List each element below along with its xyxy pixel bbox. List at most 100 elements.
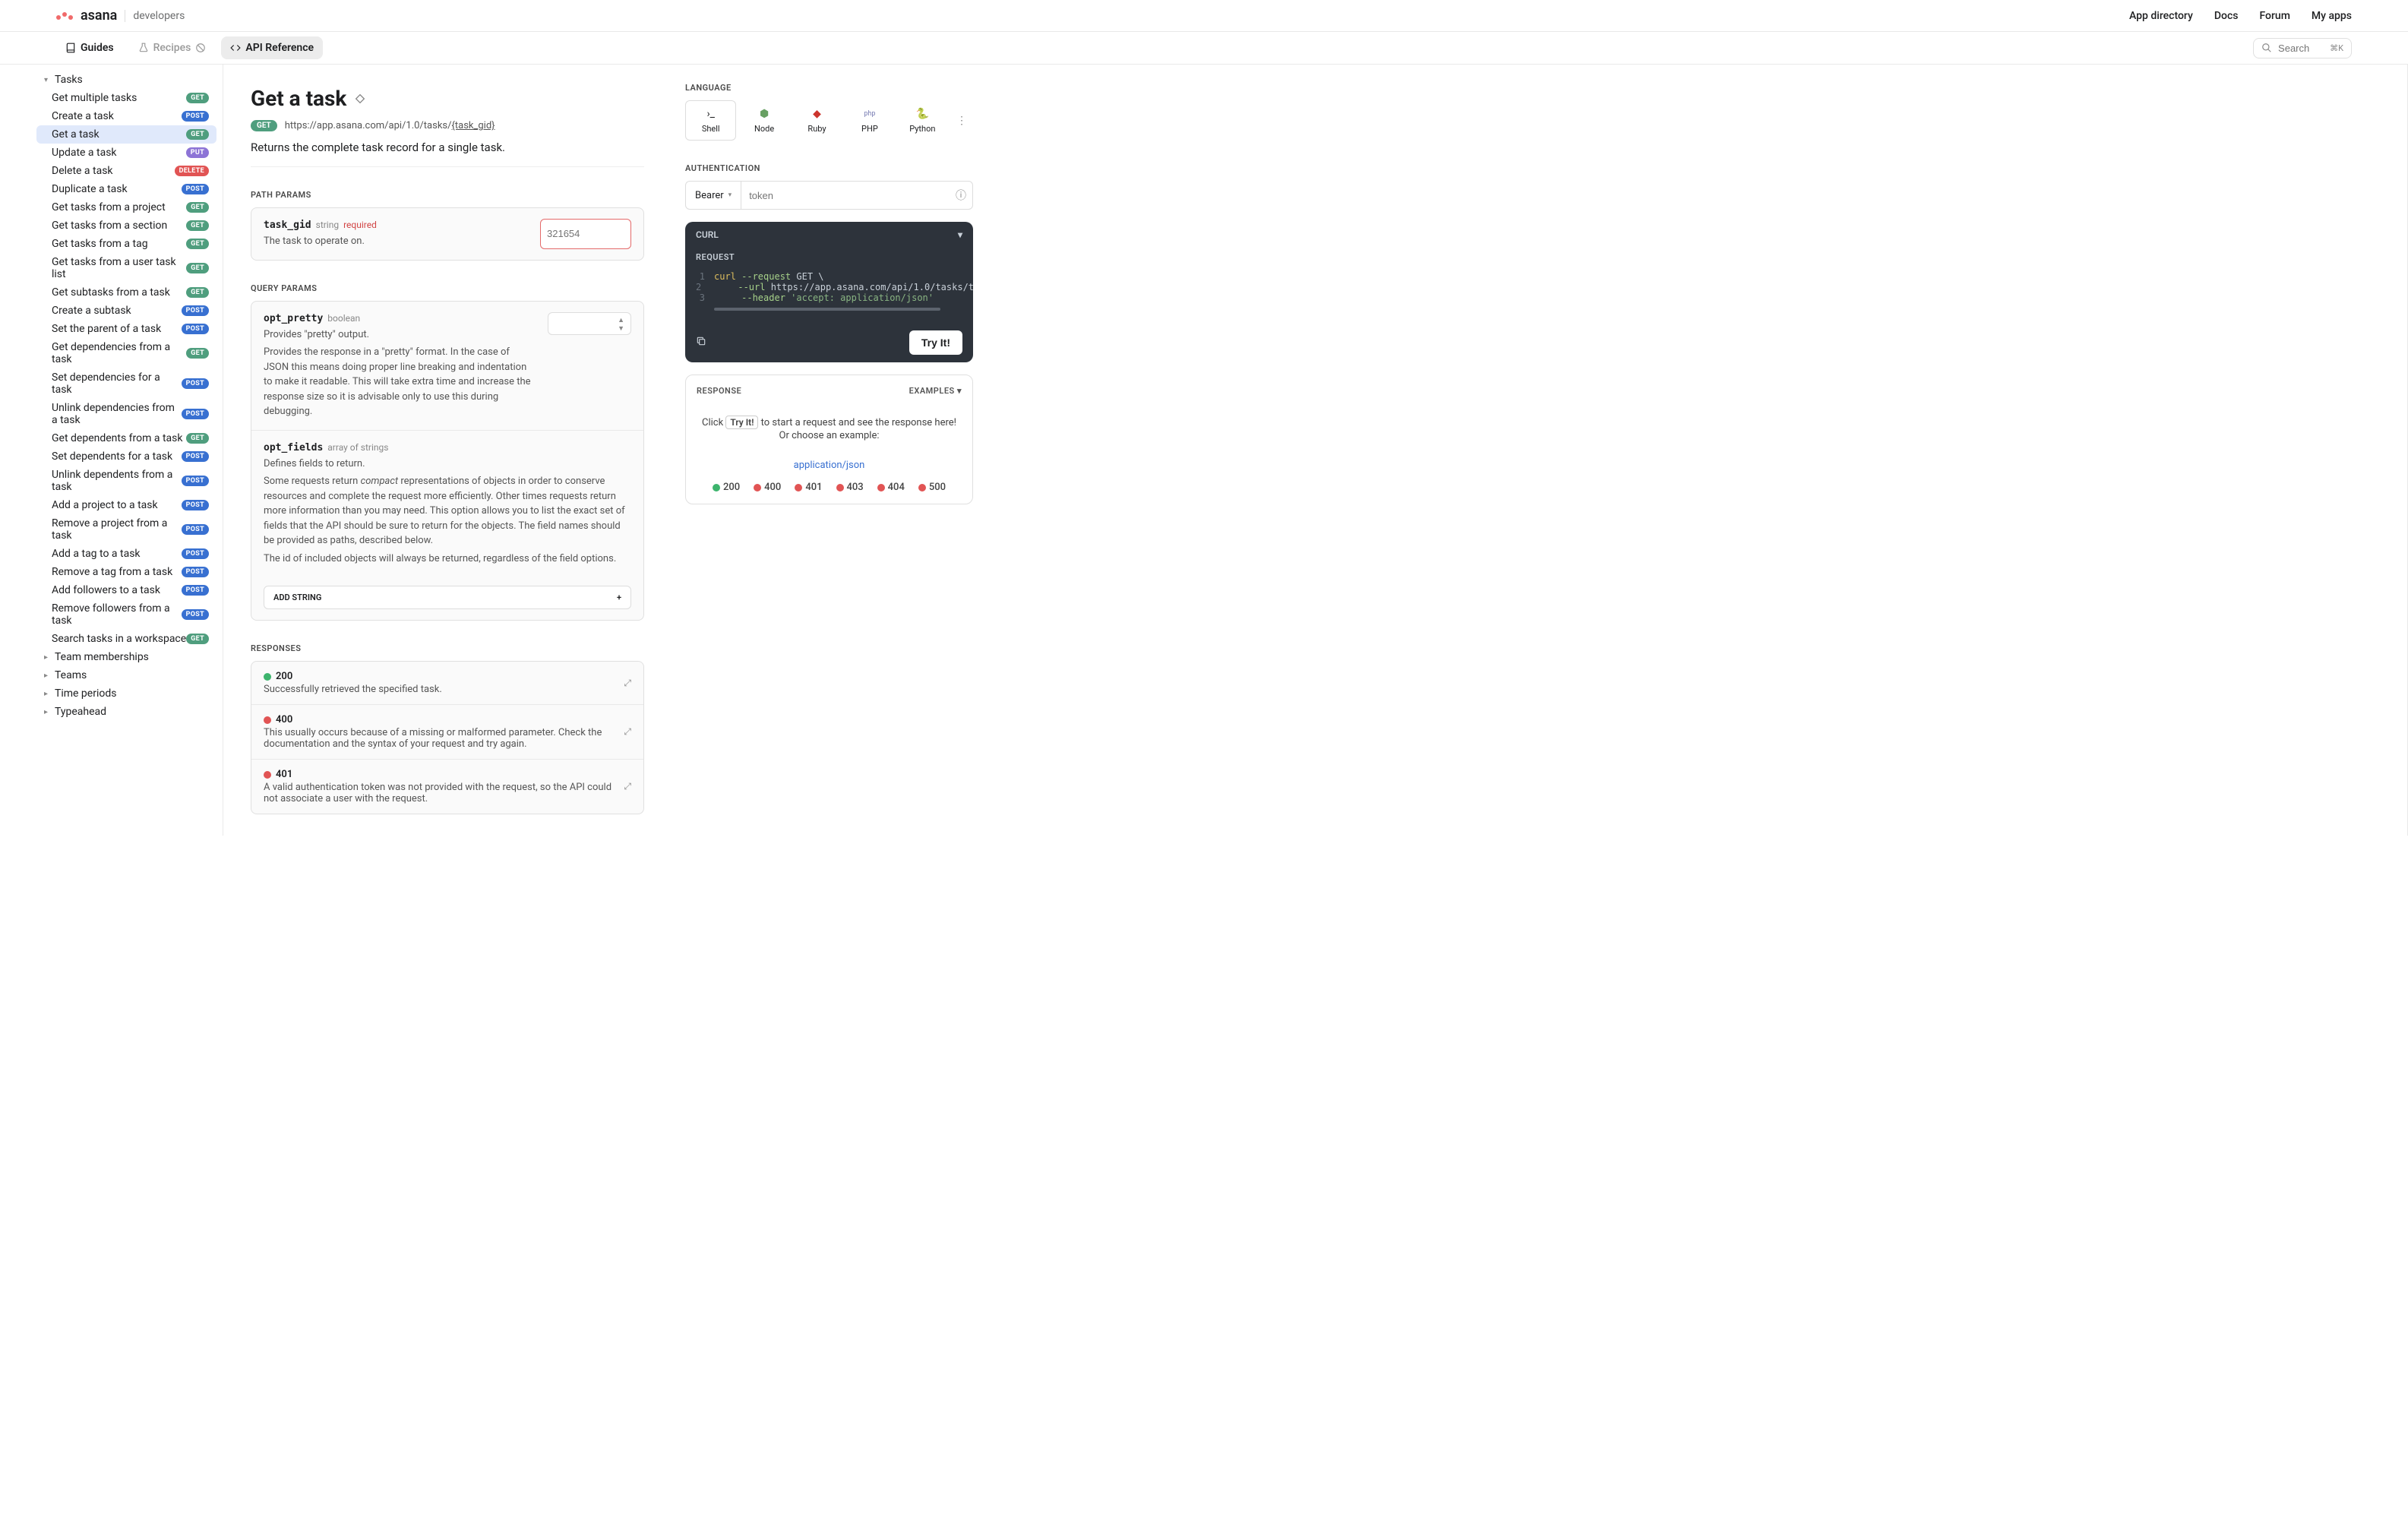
more-languages-icon[interactable]: ⋮ [950, 109, 973, 133]
tab-guides[interactable]: Guides [56, 36, 123, 59]
sidebar-item[interactable]: Remove followers from a taskPOST [36, 599, 216, 630]
response-row[interactable]: 200Successfully retrieved the specified … [251, 662, 643, 705]
tab-api-reference[interactable]: API Reference [221, 36, 323, 59]
sidebar-item[interactable]: Get dependencies from a taskGET [36, 338, 216, 368]
nav-app-directory[interactable]: App directory [2129, 10, 2193, 22]
sidebar-item[interactable]: Delete a taskDELETE [36, 162, 216, 180]
response-row[interactable]: 401A valid authentication token was not … [251, 760, 643, 814]
sidebar-item[interactable]: Unlink dependents from a taskPOST [36, 466, 216, 496]
sidebar-item[interactable]: Remove a project from a taskPOST [36, 514, 216, 545]
sidebar-item[interactable]: Create a taskPOST [36, 107, 216, 125]
tab-recipes[interactable]: Recipes [129, 36, 216, 59]
tab-label: Guides [81, 42, 114, 54]
lang-ruby[interactable]: ◆Ruby [792, 101, 842, 140]
sidebar-item[interactable]: Get dependents from a taskGET [36, 429, 216, 447]
page-title: Get a task [251, 86, 644, 111]
sidebar-item[interactable]: Set the parent of a taskPOST [36, 320, 216, 338]
search-input[interactable] [2278, 43, 2324, 54]
sidebar-item[interactable]: Get subtasks from a taskGET [36, 283, 216, 302]
sidebar-item[interactable]: Set dependencies for a taskPOST [36, 368, 216, 399]
method-badge: GET [186, 220, 209, 231]
expand-icon[interactable]: ⤢ [624, 726, 631, 738]
add-string-button[interactable]: ADD STRING + [264, 586, 631, 609]
sidebar-group[interactable]: ▸Team memberships [36, 648, 223, 666]
status-chip[interactable]: 403 [836, 482, 864, 493]
sidebar-item[interactable]: Get multiple tasksGET [36, 89, 216, 107]
sidebar: ▾ Tasks Get multiple tasksGETCreate a ta… [0, 65, 223, 836]
try-it-button[interactable]: Try It! [909, 330, 962, 355]
param-desc-long: Some requests return compact representat… [264, 474, 631, 548]
lang-php[interactable]: phpPHP [845, 101, 894, 140]
top-header: asana developers App directory Docs Foru… [0, 0, 2408, 32]
expand-icon[interactable]: ⤢ [624, 781, 631, 792]
nav-my-apps[interactable]: My apps [2312, 10, 2352, 22]
nav-forum[interactable]: Forum [2259, 10, 2289, 22]
response-title: RESPONSE [697, 386, 741, 396]
chevron-down-icon[interactable]: ▾ [958, 229, 962, 240]
chevron-down-icon: ▾ [44, 76, 52, 84]
try-it-inline[interactable]: Try It! [725, 416, 758, 429]
param-input-task-gid[interactable] [540, 219, 631, 249]
code-subtitle: REQUEST [685, 248, 973, 267]
response-code: 401 [264, 769, 624, 780]
sidebar-item[interactable]: Create a subtaskPOST [36, 302, 216, 320]
sidebar-item[interactable]: Add followers to a taskPOST [36, 581, 216, 599]
chevron-right-icon: ▸ [44, 708, 52, 716]
sidebar-group[interactable]: ▸Teams [36, 666, 223, 684]
sidebar-group[interactable]: ▸Time periods [36, 684, 223, 703]
sidebar-item[interactable]: Unlink dependencies from a taskPOST [36, 399, 216, 429]
chevron-down-icon: ▾ [728, 191, 732, 199]
sidebar-group[interactable]: ▸Typeahead [36, 703, 223, 721]
scrollbar[interactable] [714, 308, 940, 311]
sidebar-item-label: Search tasks in a workspace [52, 633, 186, 645]
info-icon[interactable]: ⓘ [950, 182, 972, 209]
sidebar-item-label: Add a tag to a task [52, 548, 182, 560]
line-number: 3 [696, 292, 705, 303]
status-chip[interactable]: 404 [877, 482, 905, 493]
status-chip[interactable]: 500 [918, 482, 946, 493]
status-dot-icon [795, 484, 802, 491]
lang-shell[interactable]: ›_Shell [685, 100, 736, 141]
sidebar-group-tasks[interactable]: ▾ Tasks [36, 71, 223, 89]
auth-type-select[interactable]: Bearer▾ [686, 182, 741, 209]
sidebar-item[interactable]: Get tasks from a projectGET [36, 198, 216, 216]
status-chip[interactable]: 401 [795, 482, 822, 493]
response-row[interactable]: 400This usually occurs because of a miss… [251, 705, 643, 760]
status-chip[interactable]: 200 [713, 482, 740, 493]
lang-python[interactable]: 🐍Python [898, 101, 947, 140]
sidebar-item-label: Remove followers from a task [52, 602, 182, 627]
param-select-opt-pretty[interactable]: ▲▼ [548, 312, 631, 335]
response-desc: This usually occurs because of a missing… [264, 727, 624, 750]
sidebar-item[interactable]: Duplicate a taskPOST [36, 180, 216, 198]
status-chip[interactable]: 400 [754, 482, 781, 493]
top-nav: App directory Docs Forum My apps [2129, 10, 2352, 22]
sidebar-item-label: Get tasks from a user task list [52, 256, 186, 280]
sidebar-item[interactable]: Get tasks from a tagGET [36, 235, 216, 253]
auth-token-input[interactable] [741, 182, 950, 209]
examples-dropdown[interactable]: EXAMPLES ▾ [909, 386, 962, 396]
sidebar-item[interactable]: Get tasks from a user task listGET [36, 253, 216, 283]
copy-icon[interactable] [696, 336, 706, 349]
content-type[interactable]: application/json [697, 460, 962, 471]
divider [251, 166, 644, 167]
param-desc-extra: The id of included objects will always b… [264, 552, 631, 567]
sidebar-item[interactable]: Get a taskGET [36, 125, 216, 144]
sidebar-item-label: Get subtasks from a task [52, 286, 186, 299]
sidebar-item[interactable]: Set dependents for a taskPOST [36, 447, 216, 466]
sidebar-item[interactable]: Update a taskPUT [36, 144, 216, 162]
lang-node[interactable]: ⬢Node [739, 101, 788, 140]
logo-area[interactable]: asana developers [56, 8, 185, 24]
sidebar-item[interactable]: Add a tag to a taskPOST [36, 545, 216, 563]
search-box[interactable]: ⌘K [2253, 38, 2352, 58]
sidebar-item[interactable]: Add a project to a taskPOST [36, 496, 216, 514]
flask-icon [138, 43, 149, 53]
nav-docs[interactable]: Docs [2214, 10, 2239, 22]
sidebar-item[interactable]: Search tasks in a workspaceGET [36, 630, 216, 648]
sidebar-item[interactable]: Remove a tag from a taskPOST [36, 563, 216, 581]
method-badge: GET [251, 120, 277, 131]
expand-icon[interactable]: ⤢ [624, 678, 631, 689]
section-path-params: PATH PARAMS [251, 190, 644, 200]
sidebar-item-label: Unlink dependencies from a task [52, 402, 182, 426]
sidebar-item[interactable]: Get tasks from a sectionGET [36, 216, 216, 235]
book-icon [65, 43, 76, 53]
